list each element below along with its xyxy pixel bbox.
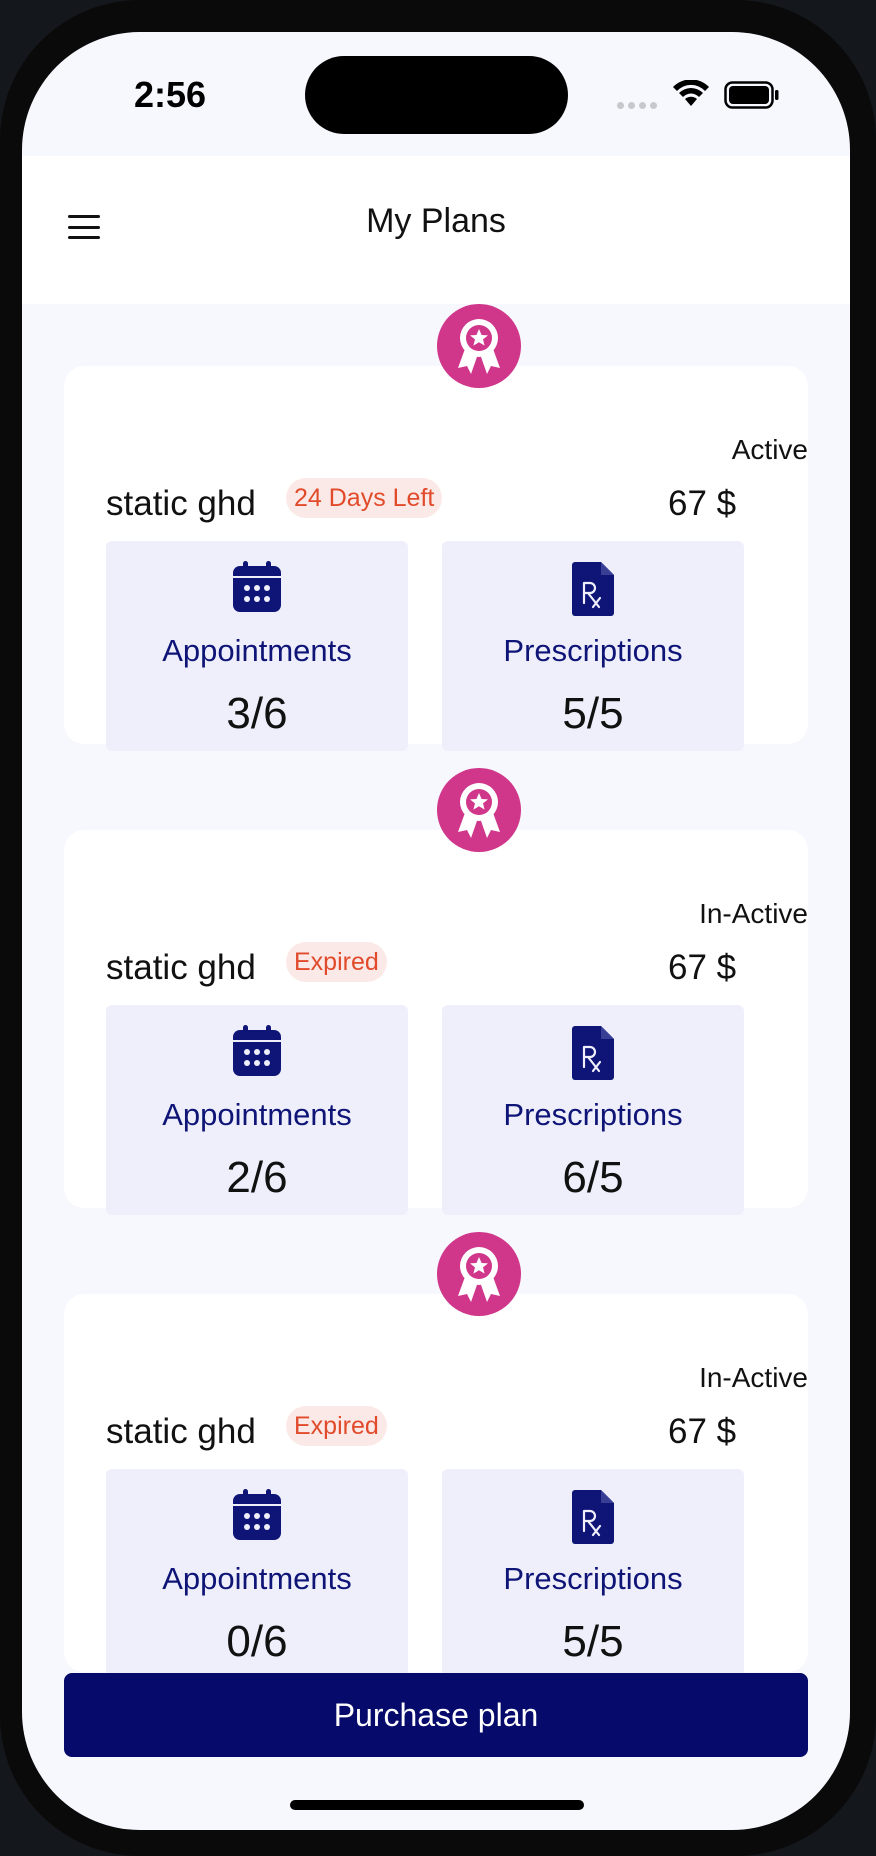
prescriptions-count: 5/5 (562, 1617, 624, 1666)
expired-badge: Expired (286, 1406, 387, 1446)
dynamic-island (305, 56, 568, 134)
home-indicator[interactable] (290, 1800, 584, 1810)
appointments-stat[interactable]: Appointments 2/6 (106, 1005, 408, 1215)
prescriptions-stat[interactable]: Prescriptions 5/5 (442, 541, 744, 751)
plan-price: 67 $ (668, 484, 737, 523)
award-medal-icon (437, 304, 521, 388)
prescription-rx-icon (442, 1489, 744, 1550)
prescriptions-count: 6/5 (562, 1153, 624, 1202)
appointments-label: Appointments (162, 1561, 352, 1596)
days-left-badge: 24 Days Left (286, 478, 443, 518)
prescriptions-count: 5/5 (562, 689, 624, 738)
plans-list[interactable]: Active static ghd 24 Days Left 67 $ Appo… (22, 304, 850, 1678)
prescriptions-label: Prescriptions (503, 1561, 683, 1596)
plan-card[interactable]: In-Active static ghd Expired 67 $ Appoin… (64, 1294, 808, 1678)
prescription-rx-icon (442, 1025, 744, 1086)
plan-name: static ghd (106, 1412, 256, 1451)
appointments-count: 0/6 (226, 1617, 288, 1666)
plan-status: Active (731, 434, 808, 465)
prescriptions-stat[interactable]: Prescriptions 6/5 (442, 1005, 744, 1215)
purchase-plan-button[interactable]: Purchase plan (64, 1673, 808, 1757)
wifi-icon (672, 79, 710, 113)
prescription-rx-icon (442, 561, 744, 622)
calendar-icon (106, 1489, 408, 1546)
expired-badge: Expired (286, 942, 387, 982)
prescriptions-stat[interactable]: Prescriptions 5/5 (442, 1469, 744, 1678)
plan-price: 67 $ (668, 1412, 737, 1451)
plan-card[interactable]: In-Active static ghd Expired 67 $ Appoin… (64, 830, 808, 1215)
award-medal-icon (437, 768, 521, 852)
plan-status: In-Active (699, 898, 808, 929)
plan-price: 67 $ (668, 948, 737, 987)
plan-item: Active static ghd 24 Days Left 67 $ Appo… (64, 304, 808, 768)
plan-card[interactable]: Active static ghd 24 Days Left 67 $ Appo… (64, 366, 808, 751)
plan-status: In-Active (699, 1362, 808, 1393)
plan-item: In-Active static ghd Expired 67 $ Appoin… (64, 1232, 808, 1678)
calendar-icon (106, 561, 408, 618)
app-screen: 2:56 My Plans Active static ghd 24 Days … (22, 32, 850, 1830)
plan-item: In-Active static ghd Expired 67 $ Appoin… (64, 768, 808, 1232)
device-frame: 2:56 My Plans Active static ghd 24 Days … (0, 0, 876, 1856)
signal-icon (617, 96, 661, 114)
appointments-stat[interactable]: Appointments 3/6 (106, 541, 408, 751)
appointments-count: 2/6 (226, 1153, 288, 1202)
page-title: My Plans (366, 202, 506, 240)
prescriptions-label: Prescriptions (503, 633, 683, 668)
status-time: 2:56 (134, 74, 207, 115)
plan-name: static ghd (106, 948, 256, 987)
award-medal-icon (437, 1232, 521, 1316)
prescriptions-label: Prescriptions (503, 1097, 683, 1132)
plan-name: static ghd (106, 484, 256, 523)
appointments-label: Appointments (162, 633, 352, 668)
appointments-stat[interactable]: Appointments 0/6 (106, 1469, 408, 1678)
appointments-label: Appointments (162, 1097, 352, 1132)
top-app-bar: My Plans (22, 156, 850, 304)
battery-icon (724, 81, 780, 114)
calendar-icon (106, 1025, 408, 1082)
appointments-count: 3/6 (226, 689, 288, 738)
